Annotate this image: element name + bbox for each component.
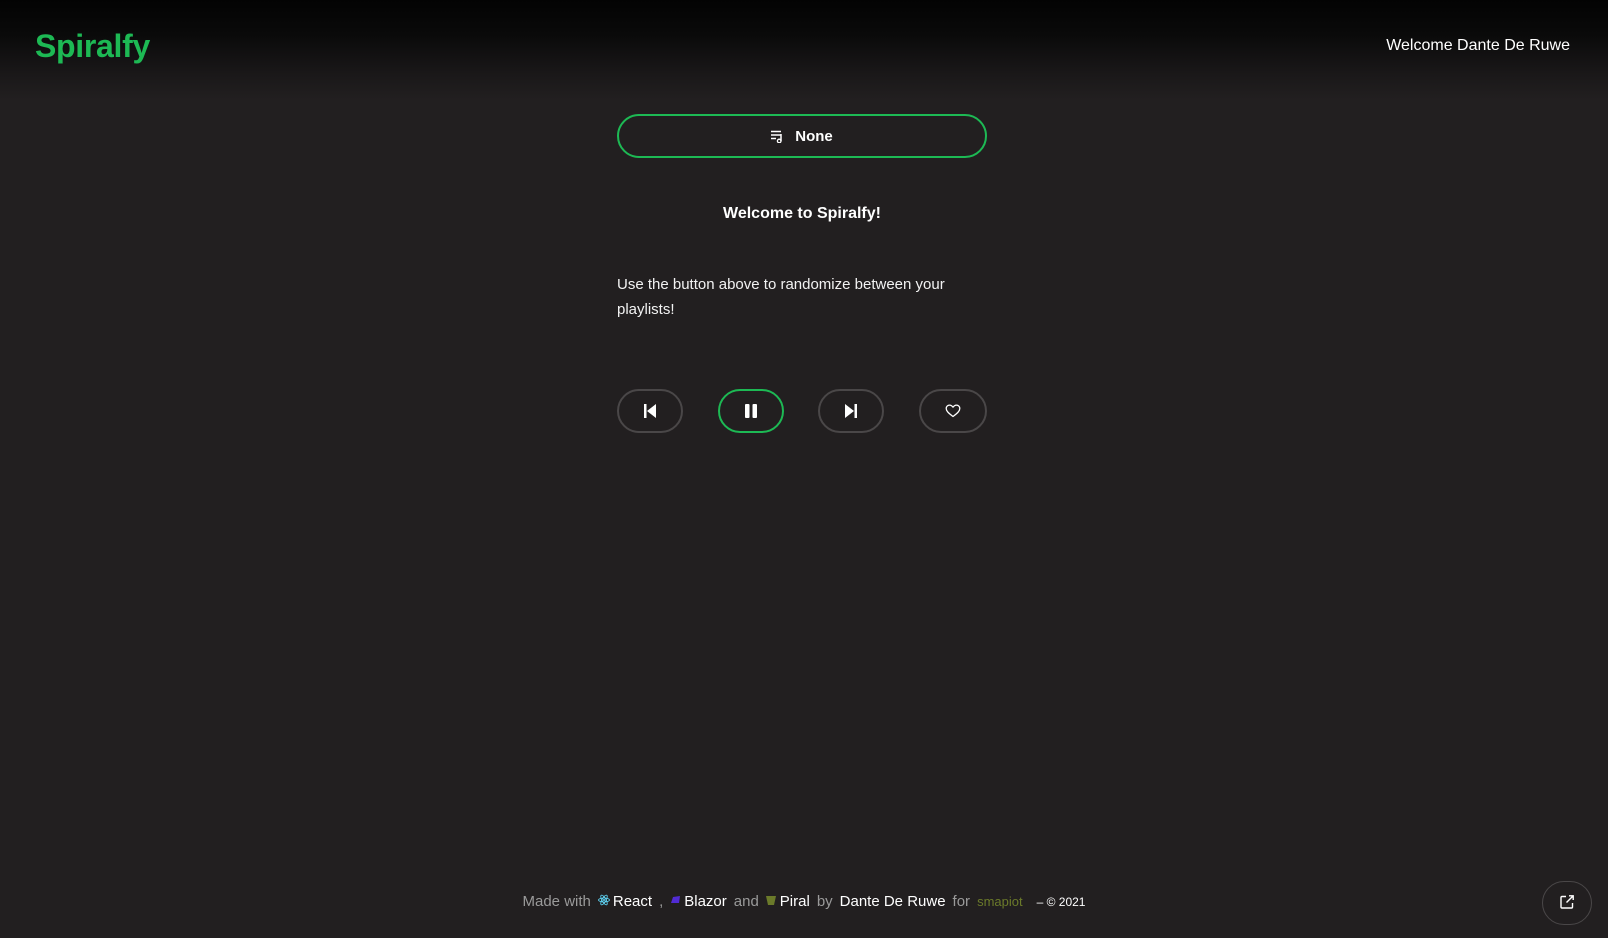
footer-and: and: [733, 893, 759, 910]
pause-button[interactable]: [718, 389, 784, 433]
footer: Made with React , Blazor and Piral by Da…: [0, 893, 1608, 910]
skip-next-icon: [844, 403, 858, 419]
copyright-text: – © 2021: [1036, 894, 1086, 909]
external-link-icon: [1559, 894, 1575, 913]
footer-for: for: [952, 893, 971, 910]
piral-link[interactable]: Piral: [780, 893, 810, 910]
footer-comma: ,: [659, 893, 664, 910]
next-button[interactable]: [818, 389, 884, 433]
like-button[interactable]: [919, 389, 987, 433]
company-link[interactable]: smapiot: [977, 894, 1023, 909]
instructions-text: Use the button above to randomize betwee…: [617, 276, 945, 318]
footer-made-with: Made with: [522, 893, 591, 910]
welcome-title: Welcome to Spiralfy!: [723, 205, 881, 222]
react-link[interactable]: React: [613, 893, 652, 910]
logo[interactable]: Spiralfy: [35, 28, 150, 65]
author-link[interactable]: Dante De Ruwe: [840, 893, 946, 910]
footer-by: by: [816, 893, 833, 910]
playlist-icon: [771, 130, 785, 143]
previous-button[interactable]: [617, 389, 683, 433]
react-icon: [597, 893, 610, 910]
pause-icon: [744, 403, 758, 419]
header: Spiralfy Welcome Dante De Ruwe: [0, 0, 1608, 100]
piral-icon: [765, 893, 777, 910]
randomize-playlist-button[interactable]: None: [617, 114, 987, 158]
heart-icon: [945, 404, 961, 418]
playlist-button-label: None: [795, 127, 833, 145]
app-root: Spiralfy Welcome Dante De Ruwe None Welc…: [0, 0, 1608, 938]
skip-previous-icon: [643, 403, 657, 419]
welcome-user-text: Welcome Dante De Ruwe: [1386, 37, 1570, 54]
blazor-link[interactable]: Blazor: [684, 893, 727, 910]
external-link-button[interactable]: [1542, 881, 1592, 925]
blazor-icon: [670, 893, 681, 910]
